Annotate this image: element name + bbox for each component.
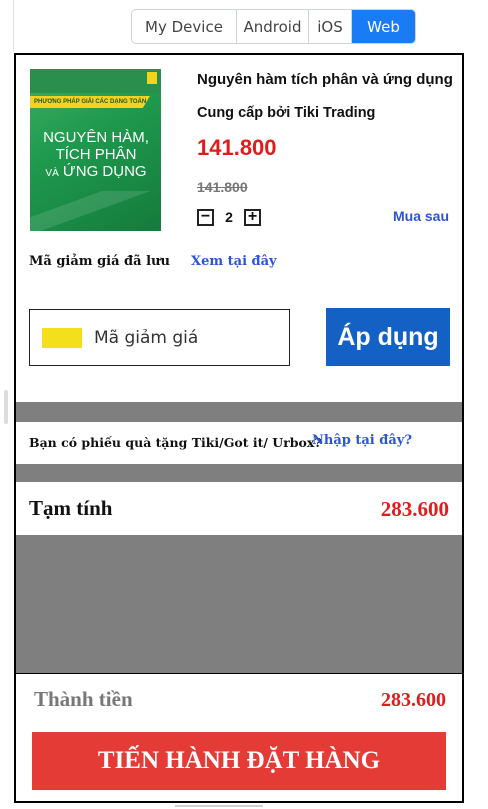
page-edge bbox=[13, 0, 14, 52]
total-label: Thành tiền bbox=[34, 687, 133, 711]
buy-later-link[interactable]: Mua sau bbox=[393, 208, 449, 224]
quantity-stepper: − 2 + bbox=[197, 208, 261, 226]
cover-pattern bbox=[30, 191, 161, 231]
cover-title-line3: VÀ ỨNG DỤNG bbox=[36, 163, 156, 182]
cover-header bbox=[30, 69, 161, 93]
saved-coupons-label: Mã giảm giá đã lưu bbox=[29, 254, 170, 269]
platform-tabs: My Device Android iOS Web bbox=[131, 9, 416, 44]
cover-title-line3-text: ỨNG DỤNG bbox=[62, 163, 147, 180]
tab-ios[interactable]: iOS bbox=[309, 10, 352, 43]
product-image[interactable]: PHƯƠNG PHÁP GIẢI CÁC DẠNG TOÁN THPT NGUY… bbox=[30, 69, 161, 231]
product-provider: Cung cấp bởi Tiki Trading bbox=[197, 105, 376, 121]
product-title[interactable]: Nguyên hàm tích phân và ứng dụng bbox=[197, 71, 453, 88]
cover-banner-text: PHƯƠNG PHÁP GIẢI CÁC DẠNG TOÁN THPT bbox=[34, 99, 150, 105]
section-divider bbox=[16, 402, 462, 422]
see-saved-coupons-link[interactable]: Xem tại đây bbox=[191, 254, 277, 269]
checkout-button[interactable]: TIẾN HÀNH ĐẶT HÀNG bbox=[32, 732, 446, 790]
coupon-field[interactable] bbox=[29, 309, 290, 366]
scroll-handle[interactable] bbox=[4, 390, 8, 424]
section-divider bbox=[16, 464, 462, 482]
coupon-icon bbox=[42, 327, 82, 348]
tab-android[interactable]: Android bbox=[237, 10, 309, 43]
cover-banner: PHƯƠNG PHÁP GIẢI CÁC DẠNG TOÁN THPT bbox=[30, 96, 150, 108]
cover-title-small: VÀ bbox=[45, 168, 59, 179]
subtotal-value: 283.600 bbox=[380, 497, 449, 521]
gift-card-prompt: Bạn có phiếu quà tặng Tiki/Got it/ Urbox… bbox=[29, 435, 322, 450]
quantity-value: 2 bbox=[225, 209, 233, 225]
tab-web[interactable]: Web bbox=[352, 10, 415, 43]
apply-coupon-button[interactable]: Áp dụng bbox=[326, 308, 450, 366]
cart-screen: PHƯƠNG PHÁP GIẢI CÁC DẠNG TOÁN THPT NGUY… bbox=[14, 53, 464, 803]
cover-title-line2: TÍCH PHÂN bbox=[55, 146, 137, 163]
footer-divider bbox=[16, 673, 462, 674]
empty-area bbox=[16, 535, 462, 673]
cover-badge bbox=[147, 72, 157, 84]
cover-title-line1: NGUYÊN HÀM, bbox=[43, 129, 149, 146]
cover-title: NGUYÊN HÀM, TÍCH PHÂN VÀ ỨNG DỤNG bbox=[36, 129, 156, 182]
tab-my-device[interactable]: My Device bbox=[132, 10, 237, 43]
total-value: 283.600 bbox=[381, 689, 446, 711]
decrease-quantity-button[interactable]: − bbox=[197, 208, 214, 226]
product-old-price: 141.800 bbox=[197, 179, 248, 195]
bottom-indicator bbox=[175, 805, 263, 807]
coupon-input[interactable] bbox=[94, 327, 274, 348]
increase-quantity-button[interactable]: + bbox=[244, 208, 261, 226]
product-price: 141.800 bbox=[197, 135, 277, 160]
gift-card-link[interactable]: Nhập tại đây? bbox=[312, 433, 412, 448]
subtotal-label: Tạm tính bbox=[29, 496, 113, 520]
